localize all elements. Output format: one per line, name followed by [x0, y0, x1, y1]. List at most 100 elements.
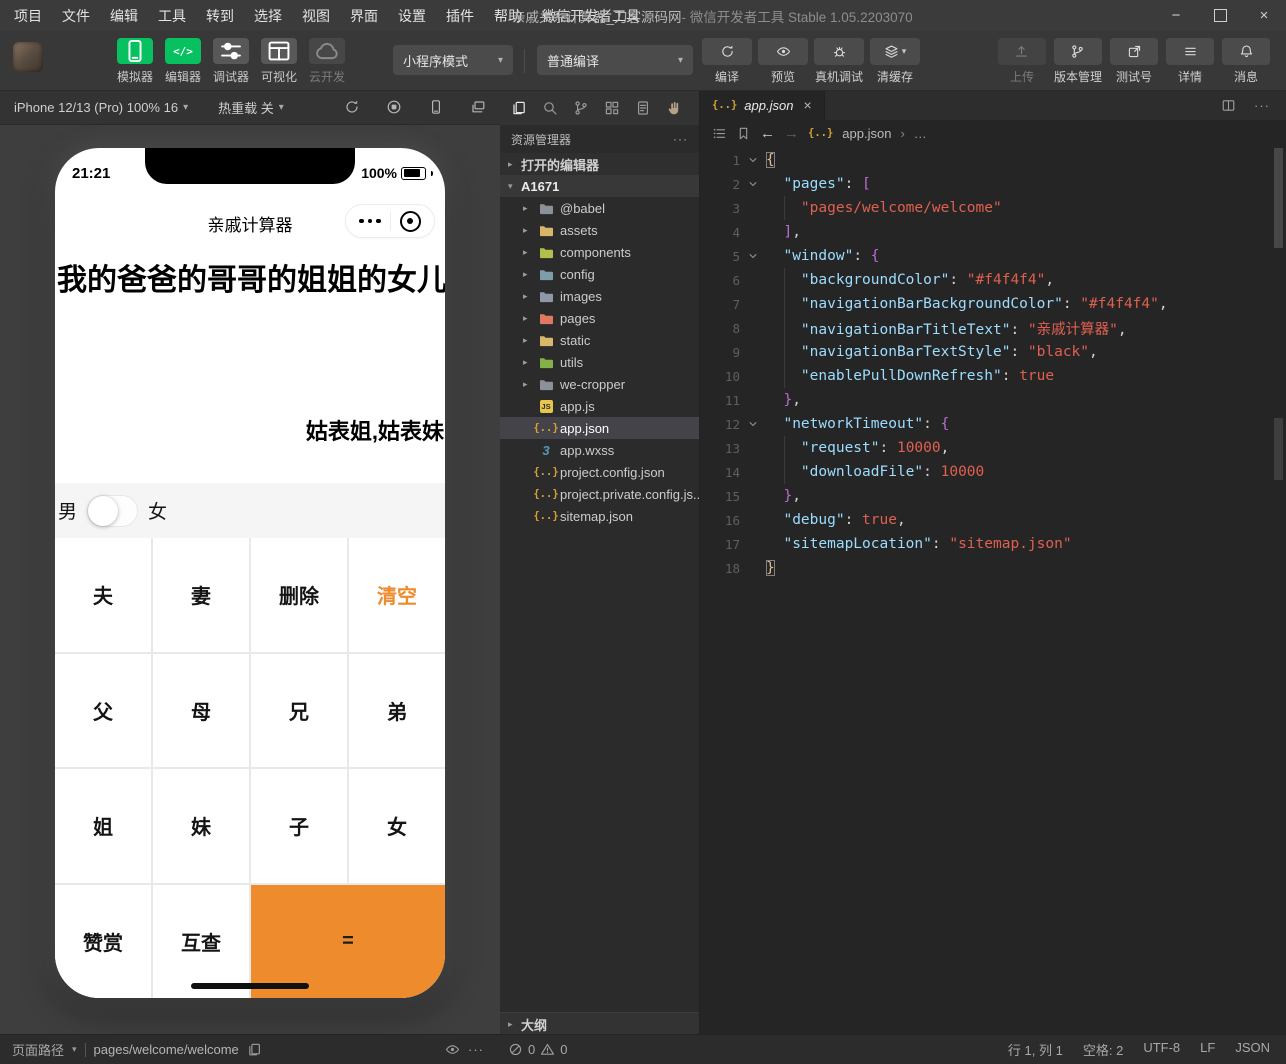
- extensions-icon[interactable]: [604, 100, 620, 116]
- tree-item-[interactable]: ▸打开的编辑器: [500, 153, 699, 175]
- tree-item-A1671[interactable]: ▾A1671: [500, 175, 699, 197]
- tree-item-utils[interactable]: ▸utils: [500, 351, 699, 373]
- problems-indicator[interactable]: 0 0: [500, 1042, 567, 1057]
- source-control-icon[interactable]: [573, 100, 589, 116]
- action-button-预览[interactable]: 预览: [758, 38, 808, 85]
- back-arrow-icon[interactable]: ←: [760, 125, 775, 142]
- action-button-编译[interactable]: 编译: [702, 38, 752, 85]
- keypad-button-夫[interactable]: 夫: [55, 538, 151, 652]
- close-tab-icon[interactable]: ×: [803, 97, 811, 113]
- more-actions-icon[interactable]: ···: [468, 1042, 484, 1057]
- code-editor[interactable]: 1{2 "pages": [3 "pages/welcome/welcome"4…: [700, 146, 1286, 1035]
- mode-button-模拟器[interactable]: 模拟器: [116, 38, 154, 85]
- keypad-button-弟[interactable]: 弟: [349, 654, 445, 768]
- tree-item-app.wxss[interactable]: 3app.wxss: [500, 439, 699, 461]
- breadcrumb-more[interactable]: …: [914, 126, 927, 141]
- tree-item-@babel[interactable]: ▸@babel: [500, 197, 699, 219]
- minimize-icon[interactable]: −: [1154, 0, 1198, 31]
- tree-item-config[interactable]: ▸config: [500, 263, 699, 285]
- more-actions-icon[interactable]: ···: [1254, 98, 1270, 113]
- action-button-详情[interactable]: 详情: [1166, 38, 1214, 85]
- keypad-button-删除[interactable]: 删除: [251, 538, 347, 652]
- menu-item-选择[interactable]: 选择: [244, 6, 292, 26]
- cursor-position[interactable]: 行 1, 列 1: [1008, 1040, 1063, 1059]
- menu-item-设置[interactable]: 设置: [388, 6, 436, 26]
- files-icon[interactable]: [511, 100, 527, 116]
- device-selector[interactable]: iPhone 12/13 (Pro) 100% 16: [14, 100, 178, 115]
- menu-item-文件[interactable]: 文件: [52, 6, 100, 26]
- menu-item-项目[interactable]: 项目: [4, 6, 52, 26]
- tree-item-static[interactable]: ▸static: [500, 329, 699, 351]
- breadcrumb-file[interactable]: app.json: [842, 126, 891, 141]
- keypad-button-=[interactable]: =: [251, 885, 445, 999]
- fold-chevron-icon[interactable]: [740, 154, 766, 166]
- fold-chevron-icon[interactable]: [740, 178, 766, 190]
- scrollbar-thumb[interactable]: [1274, 148, 1283, 248]
- keypad-button-妹[interactable]: 妹: [153, 769, 249, 883]
- keypad-button-母[interactable]: 母: [153, 654, 249, 768]
- keypad-button-姐[interactable]: 姐: [55, 769, 151, 883]
- mode-button-调试器[interactable]: 调试器: [212, 38, 250, 85]
- action-button-消息[interactable]: 消息: [1222, 38, 1270, 85]
- keypad-button-女[interactable]: 女: [349, 769, 445, 883]
- bookmark-icon[interactable]: [736, 126, 751, 141]
- keypad-button-妻[interactable]: 妻: [153, 538, 249, 652]
- close-icon[interactable]: ×: [1242, 0, 1286, 31]
- mode-select[interactable]: 小程序模式 ▾: [393, 45, 513, 75]
- menu-item-转到[interactable]: 转到: [196, 6, 244, 26]
- scrollbar-thumb[interactable]: [1274, 418, 1283, 480]
- tree-item-assets[interactable]: ▸assets: [500, 219, 699, 241]
- hand-icon[interactable]: [666, 100, 682, 116]
- action-button-版本管理[interactable]: 版本管理: [1054, 38, 1102, 85]
- mode-button-编辑器[interactable]: </>编辑器: [164, 38, 202, 85]
- keypad-button-清空[interactable]: 清空: [349, 538, 445, 652]
- search-icon[interactable]: [542, 100, 558, 116]
- tree-item-sitemap.json[interactable]: {..}sitemap.json: [500, 505, 699, 527]
- split-editor-icon[interactable]: [1221, 98, 1236, 113]
- page-path-label[interactable]: 页面路径: [12, 1040, 64, 1059]
- keypad-button-子[interactable]: 子: [251, 769, 347, 883]
- tree-item-pages[interactable]: ▸pages: [500, 307, 699, 329]
- more-actions-icon[interactable]: ···: [673, 132, 688, 146]
- indent-setting[interactable]: 空格: 2: [1083, 1040, 1123, 1059]
- tree-item-project.config.json[interactable]: {..}project.config.json: [500, 461, 699, 483]
- compile-select[interactable]: 普通编译 ▾: [537, 45, 693, 75]
- outline-section[interactable]: ▸ 大纲: [500, 1012, 699, 1035]
- phone-frame-icon[interactable]: [428, 99, 444, 115]
- keypad-button-父[interactable]: 父: [55, 654, 151, 768]
- fold-chevron-icon[interactable]: [740, 250, 766, 262]
- tree-item-images[interactable]: ▸images: [500, 285, 699, 307]
- more-dots-icon[interactable]: [359, 219, 381, 224]
- tree-item-we-cropper[interactable]: ▸we-cropper: [500, 373, 699, 395]
- tree-item-app.json[interactable]: {..}app.json: [500, 417, 699, 439]
- gender-switch[interactable]: [87, 495, 138, 527]
- tree-item-project.private.config.js...[interactable]: {..}project.private.config.js...: [500, 483, 699, 505]
- tree-item-app.js[interactable]: JSapp.js: [500, 395, 699, 417]
- mode-button-云开发[interactable]: 云开发: [308, 38, 346, 85]
- menu-item-视图[interactable]: 视图: [292, 6, 340, 26]
- action-button-清缓存[interactable]: ▾清缓存: [870, 38, 920, 85]
- copy-icon[interactable]: [247, 1042, 262, 1057]
- tab-app-json[interactable]: {..} app.json ×: [700, 90, 825, 120]
- encoding[interactable]: UTF-8: [1143, 1040, 1180, 1059]
- snippets-icon[interactable]: [635, 100, 651, 116]
- menu-item-编辑[interactable]: 编辑: [100, 6, 148, 26]
- language-mode[interactable]: JSON: [1235, 1040, 1270, 1059]
- refresh-icon[interactable]: [344, 99, 360, 115]
- keypad-button-赞赏[interactable]: 赞赏: [55, 885, 151, 999]
- outline-list-icon[interactable]: [712, 126, 727, 141]
- mode-button-可视化[interactable]: 可视化: [260, 38, 298, 85]
- avatar[interactable]: [13, 42, 43, 72]
- fold-chevron-icon[interactable]: [740, 418, 766, 430]
- home-indicator[interactable]: [191, 983, 309, 989]
- action-button-测试号[interactable]: 测试号: [1110, 38, 1158, 85]
- menu-item-工具[interactable]: 工具: [148, 6, 196, 26]
- keypad-button-互查[interactable]: 互查: [153, 885, 249, 999]
- close-target-icon[interactable]: [400, 211, 421, 232]
- action-button-真机调试[interactable]: 真机调试: [814, 38, 864, 85]
- tree-item-components[interactable]: ▸components: [500, 241, 699, 263]
- menu-item-插件[interactable]: 插件: [436, 6, 484, 26]
- record-icon[interactable]: [386, 99, 402, 115]
- action-button-上传[interactable]: 上传: [998, 38, 1046, 85]
- menu-item-界面[interactable]: 界面: [340, 6, 388, 26]
